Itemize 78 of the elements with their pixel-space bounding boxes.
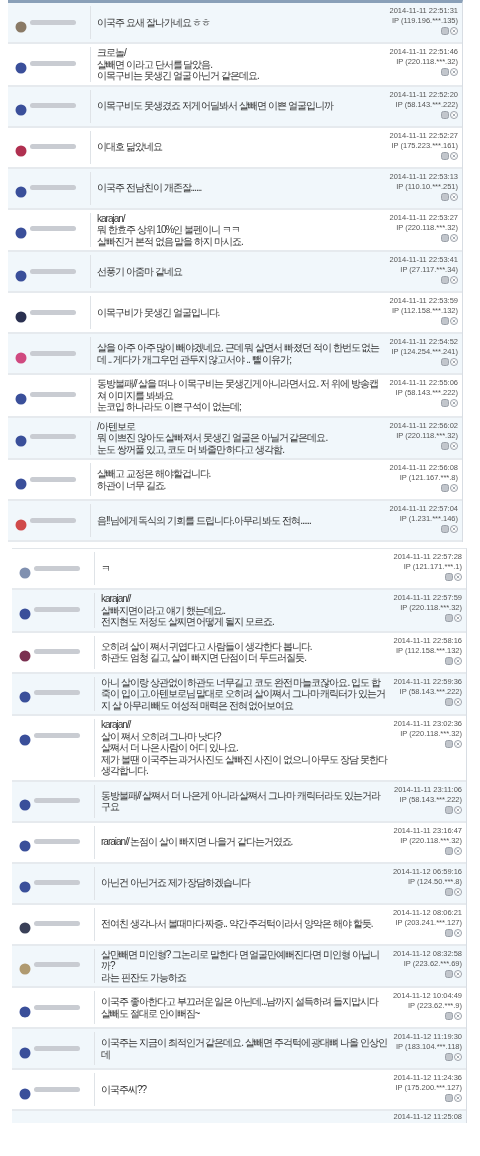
square-icon[interactable] [441,276,449,284]
square-icon[interactable] [441,68,449,76]
square-icon[interactable] [441,27,449,35]
circled-x-icon[interactable] [450,484,458,492]
comment-text: 이국주씨?? [101,1083,147,1096]
square-icon[interactable] [445,740,453,748]
comment-text: 전여친 생각나서 볼때마다 짜증.. 약간 주걱턱이라서 양악은 해야 할듯. [101,918,373,930]
circled-x-icon[interactable] [454,656,462,665]
square-icon[interactable] [445,805,453,814]
comment-text: 크로놀/ 살빼면 이라고 단서를 달았음. 이목구비는 못생긴 얼굴 아닌거 같은데요. [97,47,259,82]
comment-text: 선풍기 아줌마 같네요 [97,265,182,278]
circled-x-icon[interactable] [450,27,458,35]
square-icon[interactable] [445,846,453,855]
comment-text: 아니 살이랑 상관없이 하관도 너무길고 코도 완전 마늘코잖아요. 입도 합죽이 입이고.아텐보로님 말대로 오히려 살이쪄서 그나마 캐릭터가 있는거지 살 아무리 빼도 여성적 매력은 전혀 없어보여요 [101,676,387,711]
circled-x-icon[interactable] [450,68,458,76]
comment-text: 이목구비도 못생겼죠 저게 어딜봐서 살빼면 이쁜 얼굴입니까 [97,100,333,112]
circled-x-icon[interactable] [454,740,462,748]
comment-text: karajan// 살이 쪄서 오히려 그나마 낫다? 살쪄서 더 나은 사람이 어디 있나요. 제가 볼땐 이국주는 과거사진도 살빠진 사진이 없으니 아무도 장담 못한다 생각합니다. [101,719,387,777]
square-icon[interactable] [441,399,449,407]
square-icon[interactable] [445,928,453,937]
comment-text: 살을 아주 아주 많이 빼야겠네요. 근데 뭐 살면서 빠졌던 적이 한번도 없는데 .. 게다가 개그우먼 관두지 않고서야 .. 뺄 이유가; [97,342,381,365]
comment-text: 이국주 요새 잘나가네요 ㅎㅎ [97,16,211,29]
comment-text: 살만빼면 미인형? 그논리로 말한다 면 얼굴만예뻐진다면 미인형 아닙니까? 라는 핀잔도 가능하죠 [101,948,380,983]
square-icon[interactable] [445,1053,453,1061]
circled-x-icon[interactable] [450,110,458,119]
circled-x-icon[interactable] [454,805,462,814]
comment-text: 이대호 닮았네요 [97,141,162,153]
square-icon[interactable] [441,110,449,119]
comment-text: 이목구비가 못생긴 얼굴입니다. [97,306,220,319]
circled-x-icon[interactable] [450,358,458,366]
comment-text: 동방불패// 살쪄서 더 나은게 아니라 살쪄서 그나마 캐릭터라도 있는거라구요 [101,789,382,813]
comment-text: raraian// 논점이 살이 빠지면 나을거 같다는거였죠. [101,836,293,848]
square-icon[interactable] [445,969,453,978]
circled-x-icon[interactable] [454,887,462,896]
circled-x-icon[interactable] [454,846,462,855]
comment-text: 동방불패// 살을 떠나 이목구비는 못생긴게 아니라면서요. 저 위에 방송캡쳐 이미지를 봐봐요 눈코입 하나라도 이쁜 구석이 없는데; [97,378,379,413]
square-icon[interactable] [445,614,453,622]
square-icon[interactable] [445,573,453,581]
square-icon[interactable] [441,525,449,533]
circled-x-icon[interactable] [454,969,462,978]
square-icon[interactable] [441,233,449,242]
circled-x-icon[interactable] [454,1053,462,1061]
square-icon[interactable] [445,656,453,665]
comment-text: 살빼고 교정은 해야할겁니다. 하관이 너무 길죠. [97,468,211,491]
square-icon[interactable] [441,484,449,492]
circled-x-icon[interactable] [454,573,462,581]
comment-text: 오히려 살이 쪄서 귀엽다고 사람들이 생각한다 봅니다. 하관도 엄청 길고, 살이 빠지면 단점이 더 두드러질듯. [101,640,312,664]
circled-x-icon[interactable] [450,399,458,407]
square-icon[interactable] [445,1012,453,1020]
comment-text: /아텐보로 뭐 이쁘진 않아도 살빠져서 못생긴 얼굴은 아닐거 같은데요. 눈도 쌍꺼풀 있고, 코도 머 봐줄만 하다고 생각함. [97,420,328,455]
comment-text: karajan// 살빠지면이라고 얘기 했는데요.. 전지현도 저정도 살찌면 어떻게 될지 모르죠. [101,593,274,628]
comment-text: karajan/ 뭐 한효주 상위 10%인 불펜이니 ㅋㅋ 살빠진거 본적 없음 말을 하지 마시죠. [97,212,243,247]
circled-x-icon[interactable] [450,151,458,160]
square-icon[interactable] [441,317,449,325]
comment-text: 이국주 전남친이 개존잘...... [97,182,202,194]
circled-x-icon[interactable] [454,928,462,937]
circled-x-icon[interactable] [450,276,458,284]
circled-x-icon[interactable] [454,1012,462,1020]
comment-text: 이국주는 지금이 최적인거 같은데요. 살빼면 주걱턱에 광대뼈 나올 인상인데 [101,1037,387,1060]
square-icon[interactable] [445,1094,453,1102]
circled-x-icon[interactable] [450,441,458,450]
square-icon[interactable] [445,887,453,896]
comment-text: 아닌건 아닌거죠 제가 장담하겠습니다 [101,877,251,889]
circled-x-icon[interactable] [454,1094,462,1102]
square-icon[interactable] [445,697,453,706]
square-icon[interactable] [441,151,449,160]
square-icon[interactable] [441,441,449,450]
circled-x-icon[interactable] [454,614,462,622]
circled-x-icon[interactable] [454,697,462,706]
square-icon[interactable] [441,192,449,201]
square-icon[interactable] [441,358,449,366]
circled-x-icon[interactable] [450,192,458,201]
comment-text: ㅋ [101,562,110,575]
circled-x-icon[interactable] [450,317,458,325]
circled-x-icon[interactable] [450,525,458,533]
comment-text: 이국주 좋아한다고 부끄러운 일은 아닌데...남까지 설득하려 들지맙시다 살빼도 절대로 안이뻐짐~ [101,996,378,1019]
comment-text: 음!!님에게 독식의 기회를 드립니다.아무리 봐도 전혀...... [97,514,311,527]
circled-x-icon[interactable] [450,233,458,242]
